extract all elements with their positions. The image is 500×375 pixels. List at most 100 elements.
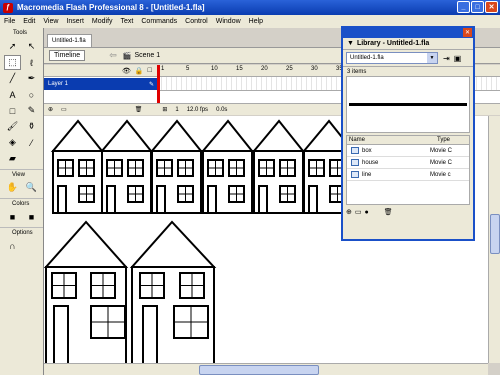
scene-name: Scene 1	[134, 52, 161, 59]
item-name: box	[362, 147, 372, 154]
arrow-icon[interactable]: ➚	[4, 39, 21, 54]
item-name: line	[362, 171, 372, 178]
menu-edit[interactable]: Edit	[19, 18, 39, 25]
frame-num: 30	[311, 66, 318, 72]
menu-view[interactable]: View	[39, 18, 62, 25]
library-preview	[346, 76, 470, 133]
minimize-button[interactable]: _	[457, 1, 470, 13]
movieclip-icon	[351, 147, 359, 154]
frame-numbers: 1 5 10 15 20 25 30 35	[161, 66, 361, 72]
new-symbol-icon[interactable]: ⊕	[346, 208, 352, 216]
lasso-icon[interactable]: ℓ	[23, 55, 40, 70]
timeline-button[interactable]: Timeline	[49, 50, 86, 61]
paint-bucket-icon[interactable]: ◈	[4, 135, 21, 150]
oval-icon[interactable]: ○	[23, 87, 40, 102]
horizontal-scroll-thumb[interactable]	[199, 365, 319, 375]
item-type: Movie c	[430, 171, 451, 178]
maximize-button[interactable]: □	[471, 1, 484, 13]
new-library-icon[interactable]: ▣	[454, 54, 462, 63]
eraser-icon[interactable]: ▰	[4, 151, 21, 166]
list-item[interactable]: house Movie C	[347, 157, 469, 169]
house-small-5[interactable]	[251, 119, 306, 214]
menu-file[interactable]: File	[0, 18, 19, 25]
menu-insert[interactable]: Insert	[62, 18, 88, 25]
ink-bottle-icon[interactable]: ⚱	[23, 119, 40, 134]
library-doc-value: Untitled-1.fla	[350, 55, 384, 61]
lock-icon[interactable]: 🔒	[135, 67, 144, 75]
horizontal-scrollbar[interactable]	[44, 363, 488, 375]
playhead[interactable]	[157, 65, 160, 103]
add-folder-icon[interactable]: ▭	[61, 106, 67, 113]
item-type: Movie C	[430, 147, 453, 154]
house-small-3[interactable]	[149, 119, 204, 214]
document-tab[interactable]: Untitled-1.fla	[47, 34, 92, 47]
house-large-1[interactable]	[44, 220, 129, 375]
library-title[interactable]: ▼ Library - Untitled-1.fla	[343, 38, 473, 50]
frame-num: 5	[186, 66, 190, 72]
library-panel: ✕ ▼ Library - Untitled-1.fla Untitled-1.f…	[341, 26, 475, 241]
menu-modify[interactable]: Modify	[88, 18, 117, 25]
house-small-2[interactable]	[99, 119, 154, 214]
vertical-scrollbar[interactable]	[488, 116, 500, 363]
delete-icon[interactable]: 🗑	[384, 208, 393, 216]
rectangle-icon[interactable]: □	[4, 103, 21, 118]
collapse-arrow-icon: ▼	[347, 40, 354, 47]
back-arrow-icon[interactable]: ⇦	[109, 50, 117, 61]
options-header: Options	[0, 227, 43, 237]
window-titlebar: ƒ Macromedia Flash Professional 8 - [Unt…	[0, 0, 500, 15]
brush-icon[interactable]: 🖌	[4, 119, 21, 134]
properties-icon[interactable]: ●	[365, 209, 369, 216]
item-name: house	[362, 159, 379, 166]
subselect-icon[interactable]: ↖	[23, 39, 40, 54]
add-layer-icon[interactable]: ⊕	[48, 106, 53, 113]
col-type[interactable]: Type	[435, 136, 450, 144]
colors-header: Colors	[0, 198, 43, 208]
eyedropper-icon[interactable]: ⁄	[23, 135, 40, 150]
library-columns: Name Type	[346, 135, 470, 145]
scene-label[interactable]: 🎬 Scene 1	[123, 52, 160, 60]
fill-color-icon[interactable]: ■	[23, 209, 40, 224]
library-title-text: Library - Untitled-1.fla	[356, 40, 430, 47]
vertical-scroll-thumb[interactable]	[490, 214, 500, 254]
frame-num: 15	[236, 66, 243, 72]
scene-icon: 🎬	[122, 52, 132, 60]
chevron-down-icon: ▼	[427, 53, 437, 63]
menu-help[interactable]: Help	[245, 18, 267, 25]
library-doc-select[interactable]: Untitled-1.fla ▼	[346, 52, 438, 64]
menu-control[interactable]: Control	[181, 18, 212, 25]
list-item[interactable]: box Movie C	[347, 145, 469, 157]
eye-icon[interactable]: 👁	[122, 67, 131, 75]
snap-magnet-icon[interactable]: ∩	[4, 238, 21, 253]
zoom-icon[interactable]: 🔍	[23, 180, 40, 195]
text-icon[interactable]: A	[4, 87, 21, 102]
library-close-icon[interactable]: ✕	[463, 28, 472, 37]
hand-icon[interactable]: ✋	[4, 180, 21, 195]
library-list: box Movie C house Movie C line Movie c	[346, 145, 470, 205]
menu-window[interactable]: Window	[212, 18, 245, 25]
house-small-4[interactable]	[200, 119, 255, 214]
pin-icon[interactable]: ⇥	[443, 54, 450, 63]
menu-text[interactable]: Text	[117, 18, 138, 25]
pencil-icon[interactable]: ✎	[23, 103, 40, 118]
free-transform-icon[interactable]: ⬚	[4, 55, 21, 70]
item-type: Movie C	[430, 159, 453, 166]
pen-icon[interactable]: ✒	[23, 71, 40, 86]
house-large-2[interactable]	[129, 220, 217, 375]
stroke-color-icon[interactable]: ■	[4, 209, 21, 224]
delete-layer-icon[interactable]: 🗑	[135, 106, 143, 113]
pencil-icon: ✎	[148, 81, 154, 88]
col-name[interactable]: Name	[347, 136, 435, 144]
outline-icon[interactable]: □	[148, 67, 152, 74]
frame-num: 10	[211, 66, 218, 72]
layer-row[interactable]: Layer 1 ✎	[44, 78, 157, 90]
close-button[interactable]: ✕	[485, 1, 498, 13]
new-folder-icon[interactable]: ▭	[355, 208, 362, 216]
line-icon[interactable]: ╱	[4, 71, 21, 86]
list-item[interactable]: line Movie c	[347, 169, 469, 181]
frame-num: 1	[161, 66, 165, 72]
tools-header: Tools	[13, 30, 28, 36]
house-small-1[interactable]	[50, 119, 105, 214]
center-frame-icon[interactable]: ⊞	[162, 106, 167, 113]
menu-commands[interactable]: Commands	[137, 18, 181, 25]
library-item-count: 3 items	[343, 66, 473, 76]
